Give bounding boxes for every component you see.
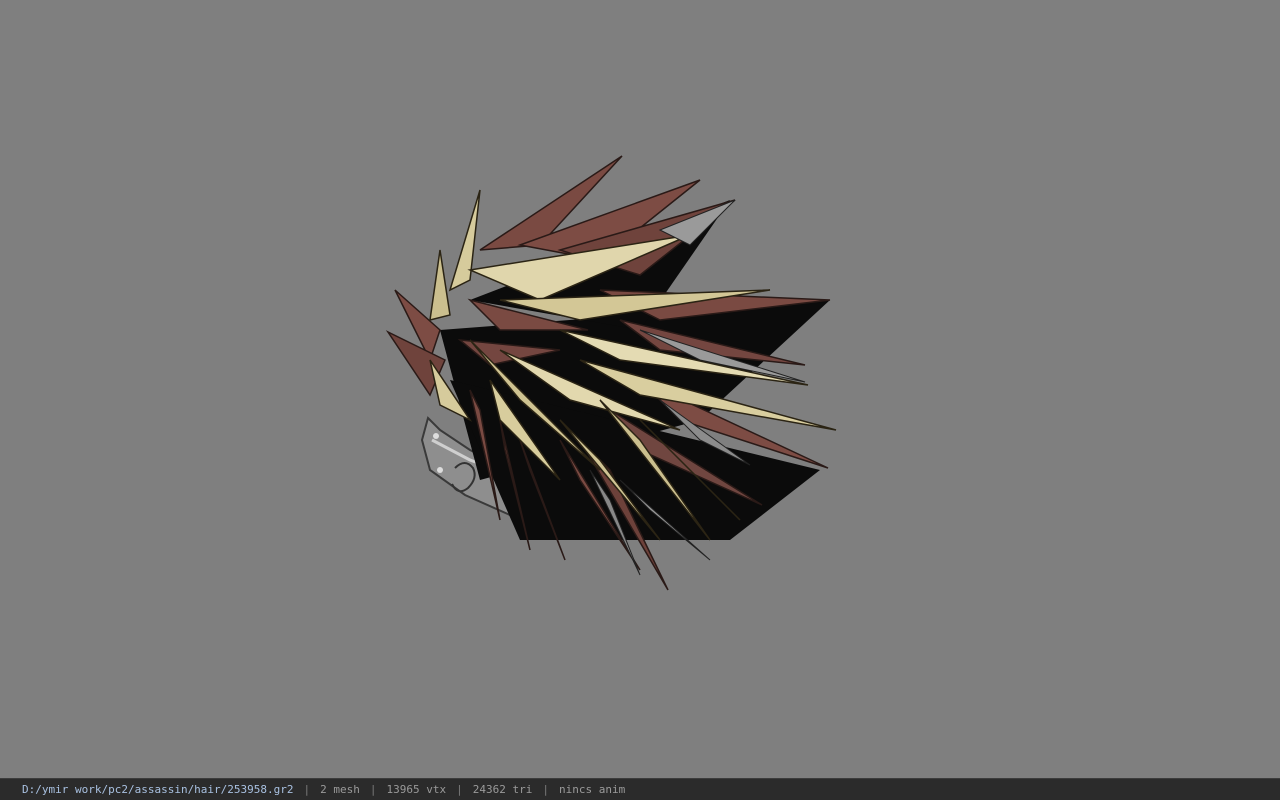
mesh-count-label: 2 mesh	[320, 783, 360, 796]
anim-status-label: nincs anim	[559, 783, 626, 796]
vertex-count-label: 13965 vtx	[386, 783, 447, 796]
status-bar: D:/ymir work/pc2/assassin/hair/253958.gr…	[0, 778, 1280, 800]
file-path-label: D:/ymir work/pc2/assassin/hair/253958.gr…	[22, 783, 294, 796]
status-separator: |	[369, 783, 377, 796]
status-separator: |	[303, 783, 311, 796]
hair-model-render[interactable]	[0, 0, 1280, 778]
status-separator: |	[456, 783, 463, 796]
3d-viewport[interactable]	[0, 0, 1280, 778]
triangle-count-label: 24362 tri	[472, 783, 533, 796]
status-separator: |	[542, 783, 549, 796]
